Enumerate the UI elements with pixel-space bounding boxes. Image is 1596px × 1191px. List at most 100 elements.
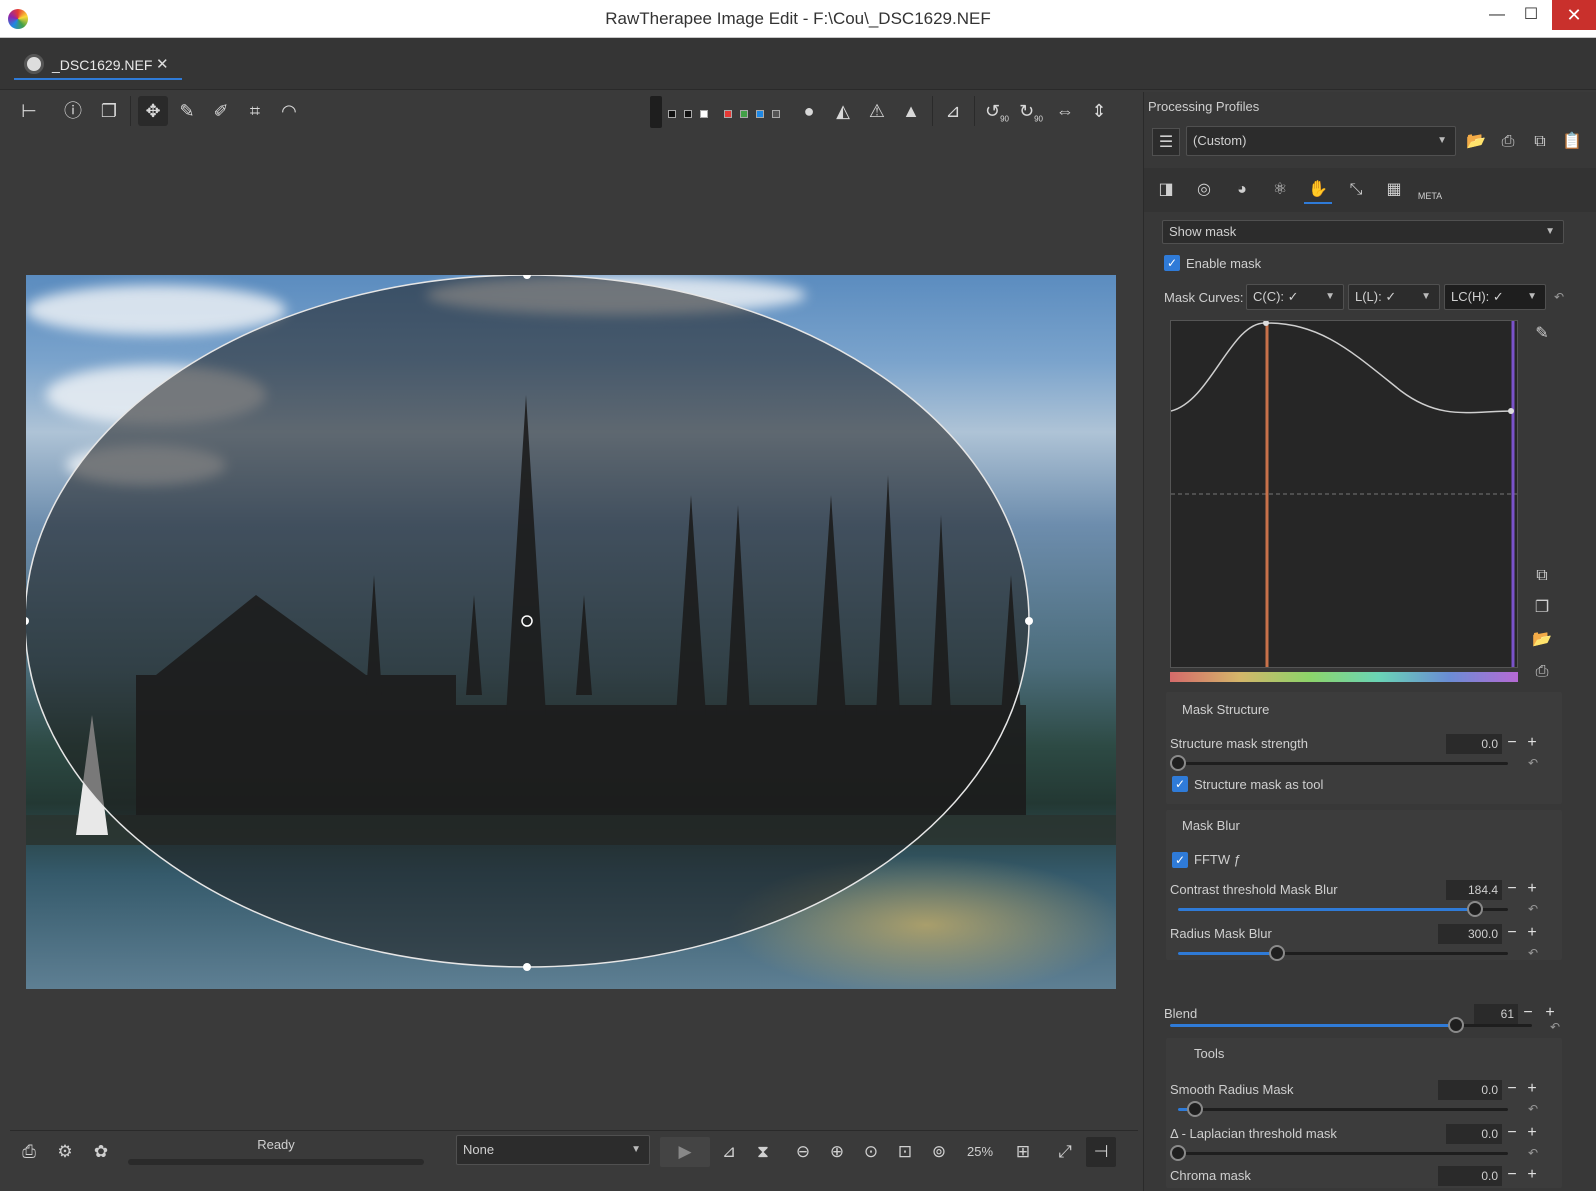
show-mask-select[interactable]: Show mask ▼ xyxy=(1162,220,1564,244)
reset-icon[interactable]: ↶ xyxy=(1554,290,1564,304)
structure-as-tool-checkbox[interactable]: ✓ xyxy=(1172,776,1188,792)
enable-mask-checkbox[interactable]: ✓ xyxy=(1164,255,1180,271)
blend-slider[interactable] xyxy=(1170,1017,1532,1033)
histogram-icon[interactable]: ⊿ xyxy=(938,96,968,126)
contrast-threshold-slider[interactable] xyxy=(1178,901,1508,917)
profile-list-icon[interactable]: ☰ xyxy=(1152,128,1180,156)
maximize-button[interactable]: ☐ xyxy=(1509,0,1553,30)
exposure-tab-icon[interactable]: ◨ xyxy=(1152,176,1180,204)
reset-icon[interactable]: ↶ xyxy=(1550,1020,1560,1034)
info-icon[interactable]: ⓘ xyxy=(58,96,88,126)
local-adjustments-tab-icon[interactable]: ✋ xyxy=(1304,176,1332,204)
radius-blur-minus[interactable]: − xyxy=(1504,924,1520,942)
laplacian-slider[interactable] xyxy=(1170,1145,1508,1161)
swatch-black-1[interactable] xyxy=(668,110,676,118)
laplacian-knob[interactable] xyxy=(1170,1145,1186,1161)
highlight-clip-warning-icon[interactable]: ⚠ xyxy=(862,96,892,126)
chroma-mask-value[interactable]: 0.0 xyxy=(1438,1166,1502,1186)
ellipse-handle-right[interactable] xyxy=(1025,617,1033,625)
paste-profile-icon[interactable]: 📋 xyxy=(1558,128,1586,156)
intent-select[interactable]: ▶ xyxy=(660,1137,710,1167)
laplacian-plus[interactable]: + xyxy=(1524,1124,1540,1142)
smooth-radius-value[interactable]: 0.0 xyxy=(1438,1080,1502,1100)
fftw-checkbox[interactable]: ✓ xyxy=(1172,852,1188,868)
advanced-tab-icon[interactable]: ⚛ xyxy=(1266,176,1294,204)
smooth-radius-plus[interactable]: + xyxy=(1524,1080,1540,1098)
rotate-left-icon[interactable]: ↺90 xyxy=(982,96,1012,126)
open-curve-icon[interactable]: 📂 xyxy=(1528,626,1556,654)
transform-tab-icon[interactable]: ⤡ xyxy=(1342,176,1370,204)
save-profile-icon[interactable]: ⎙ xyxy=(1494,128,1522,156)
reset-icon[interactable]: ↶ xyxy=(1528,1102,1538,1116)
focus-mask-icon[interactable]: ● xyxy=(794,96,824,126)
copy-profile-icon[interactable]: ⧉ xyxy=(1526,128,1554,156)
structure-strength-minus[interactable]: − xyxy=(1504,734,1520,752)
chroma-mask-minus[interactable]: − xyxy=(1504,1166,1520,1184)
image-preview[interactable] xyxy=(10,132,1138,1130)
smooth-radius-knob[interactable] xyxy=(1186,1101,1203,1117)
flip-horizontal-icon[interactable]: ⇔ xyxy=(1050,96,1080,126)
color-picker-icon[interactable]: ✎ xyxy=(172,96,202,126)
reset-icon[interactable]: ↶ xyxy=(1528,946,1538,960)
structure-strength-slider[interactable] xyxy=(1170,755,1508,771)
rotate-right-icon[interactable]: ↻90 xyxy=(1016,96,1046,126)
curve-cc-button[interactable]: C(C): ✓ ▼ xyxy=(1246,284,1344,310)
zoom-100-icon[interactable]: ⊚ xyxy=(924,1137,954,1167)
edit-curve-icon[interactable]: ✎ xyxy=(1528,320,1556,348)
zoom-fit-crop-icon[interactable]: ⊡ xyxy=(890,1137,920,1167)
meta-tab-icon[interactable]: META xyxy=(1416,176,1444,204)
curve-ll-button[interactable]: L(L): ✓ ▼ xyxy=(1348,284,1440,310)
contrast-threshold-knob[interactable] xyxy=(1467,901,1483,917)
output-profile-select[interactable]: None ▼ xyxy=(456,1135,650,1165)
open-profile-icon[interactable]: 📂 xyxy=(1462,128,1490,156)
panel-toggle-icon[interactable]: ⊢ xyxy=(14,96,44,126)
structure-strength-value[interactable]: 0.0 xyxy=(1446,734,1502,754)
laplacian-minus[interactable]: − xyxy=(1504,1124,1520,1142)
external-editor-icon[interactable]: ✿ xyxy=(86,1137,116,1167)
white-balance-picker-icon[interactable]: ✐ xyxy=(206,96,236,126)
clip-warning-icon[interactable]: ▲ xyxy=(896,96,926,126)
reset-icon[interactable]: ↶ xyxy=(1528,756,1538,770)
mask-overlay[interactable] xyxy=(26,275,1116,989)
detail-tab-icon[interactable]: ◎ xyxy=(1190,176,1218,204)
copy-curve-icon[interactable]: ⧉ xyxy=(1528,562,1556,590)
radius-blur-value[interactable]: 300.0 xyxy=(1438,924,1502,944)
blend-minus[interactable]: − xyxy=(1520,1004,1536,1022)
structure-strength-plus[interactable]: + xyxy=(1524,734,1540,752)
smooth-radius-minus[interactable]: − xyxy=(1504,1080,1520,1098)
shadow-clip-icon[interactable]: ◭ xyxy=(828,96,858,126)
curve-graph[interactable] xyxy=(1171,321,1517,667)
new-detail-window-icon[interactable]: ⊞ xyxy=(1008,1137,1038,1167)
mask-ellipse[interactable] xyxy=(26,275,1030,968)
curve-editor[interactable] xyxy=(1170,320,1518,668)
paste-curve-icon[interactable]: ❐ xyxy=(1528,594,1556,622)
blend-knob[interactable] xyxy=(1447,1017,1464,1033)
zoom-out-icon[interactable]: ⊖ xyxy=(788,1137,818,1167)
contrast-threshold-value[interactable]: 184.4 xyxy=(1446,880,1502,900)
gamut-check-icon[interactable]: ⧗ xyxy=(748,1137,778,1167)
swatch-black-2[interactable] xyxy=(684,110,692,118)
queue-icon[interactable]: ⚙ xyxy=(50,1137,80,1167)
color-tab-icon[interactable]: ◕ xyxy=(1228,176,1256,204)
swatch-blue[interactable] xyxy=(756,110,764,118)
tab-close-button[interactable]: ✕ xyxy=(156,55,169,73)
reset-icon[interactable]: ↶ xyxy=(1528,1146,1538,1160)
close-window-button[interactable]: ✕ xyxy=(1552,0,1596,30)
swatch-luminance[interactable] xyxy=(772,110,780,118)
fullscreen-icon[interactable]: ⤢ xyxy=(1050,1137,1080,1167)
contrast-threshold-minus[interactable]: − xyxy=(1504,880,1520,898)
curve-lch-button[interactable]: LC(H): ✓ ▼ xyxy=(1444,284,1546,310)
save-image-icon[interactable]: ⎙ xyxy=(14,1137,44,1167)
hand-tool-icon[interactable]: ✥ xyxy=(138,96,168,126)
zoom-fit-icon[interactable]: ⊙ xyxy=(856,1137,886,1167)
save-curve-icon[interactable]: ⎙ xyxy=(1528,658,1556,686)
right-panel-toggle-icon[interactable]: ⊣ xyxy=(1086,1137,1116,1167)
raw-tab-icon[interactable]: ▦ xyxy=(1380,176,1408,204)
curve-point[interactable] xyxy=(1508,408,1514,414)
tab-image[interactable]: _DSC1629.NEF ✕ xyxy=(14,50,182,80)
radius-blur-plus[interactable]: + xyxy=(1524,924,1540,942)
chroma-mask-plus[interactable]: + xyxy=(1524,1166,1540,1184)
swatch-red[interactable] xyxy=(724,110,732,118)
swatch-white[interactable] xyxy=(700,110,708,118)
reset-icon[interactable]: ↶ xyxy=(1528,902,1538,916)
